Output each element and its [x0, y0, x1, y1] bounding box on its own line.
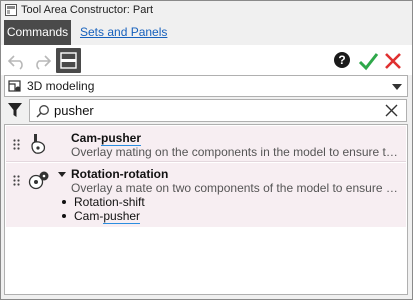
app-icon: [5, 4, 17, 16]
result-description: Overlay a mate on two components of the …: [71, 181, 401, 195]
help-button[interactable]: ?: [334, 52, 350, 68]
title-bar: Tool Area Constructor: Part: [1, 1, 412, 19]
drag-handle-icon[interactable]: [13, 175, 20, 186]
tab-sets-and-panels[interactable]: Sets and Panels: [80, 20, 167, 45]
drag-handle-icon[interactable]: [13, 139, 20, 150]
category-selected-value: 3D modeling: [27, 79, 95, 93]
search-input[interactable]: [54, 100, 374, 121]
window-title: Tool Area Constructor: Part: [21, 4, 154, 16]
search-icon: [36, 105, 49, 118]
cam-pusher-icon: [31, 134, 46, 154]
3d-modeling-icon: [8, 80, 21, 92]
list-item[interactable]: Rotation-rotation Overlay a mate on two …: [6, 163, 406, 227]
tab-commands[interactable]: Commands: [4, 20, 71, 45]
search-box: [29, 99, 407, 122]
result-title: Rotation-rotation: [71, 167, 169, 181]
filter-icon[interactable]: [7, 102, 23, 118]
result-title-match: pusher: [101, 131, 142, 146]
panel-layout-icon: [60, 52, 77, 69]
sub-item-match: pusher: [103, 209, 141, 224]
bullet-icon: [62, 199, 66, 204]
search-row: [1, 98, 412, 123]
constructor-window: Tool Area Constructor: Part Commands Set…: [0, 0, 413, 300]
redo-icon[interactable]: [31, 50, 53, 72]
sub-item-label: Cam-: [74, 209, 104, 223]
panel-view-button[interactable]: [56, 48, 81, 73]
cancel-x-icon[interactable]: [383, 51, 403, 71]
toolbar: ?: [1, 45, 412, 75]
list-item[interactable]: Cam-pusher Overlay mating on the compone…: [6, 126, 406, 162]
expand-caret-icon[interactable]: [58, 172, 66, 177]
clear-search-icon[interactable]: [385, 104, 398, 117]
result-description: Overlay mating on the components in the …: [71, 145, 401, 159]
confirm-check-icon[interactable]: [357, 50, 379, 72]
result-title: Cam-pusher: [71, 131, 142, 146]
bullet-icon: [62, 213, 66, 218]
sub-item[interactable]: Cam-pusher: [62, 209, 141, 224]
chevron-down-icon: [392, 84, 402, 90]
sub-item-label: Rotation-shift: [74, 195, 145, 209]
tab-bar: Commands Sets and Panels: [1, 19, 412, 45]
rotation-rotation-icon: [28, 171, 49, 190]
results-list: Cam-pusher Overlay mating on the compone…: [4, 124, 408, 295]
category-dropdown[interactable]: 3D modeling: [4, 75, 408, 97]
undo-icon[interactable]: [6, 50, 28, 72]
result-title-text: Cam-: [71, 131, 102, 145]
sub-item[interactable]: Rotation-shift: [62, 195, 145, 209]
